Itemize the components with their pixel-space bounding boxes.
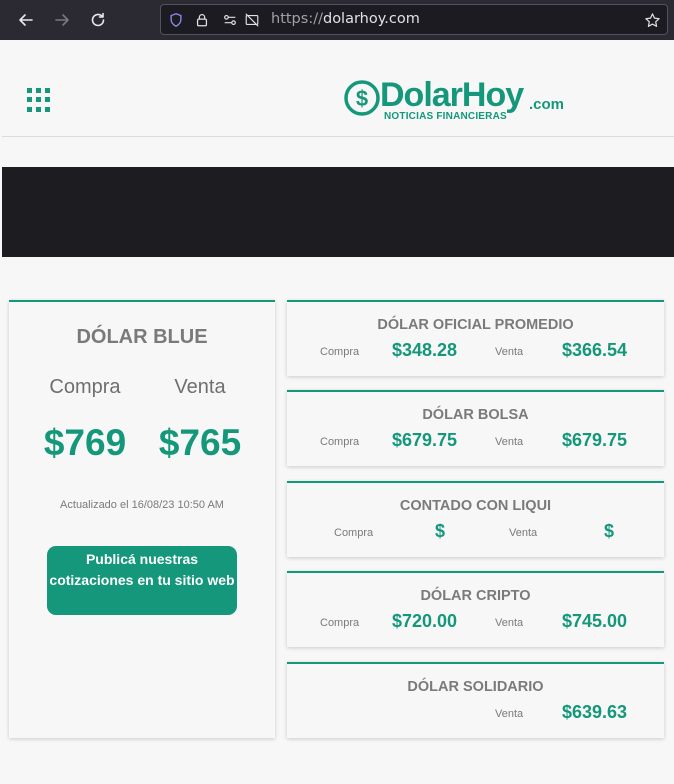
buy-label: Compra [49, 376, 121, 398]
buy-label: Compra [334, 527, 374, 539]
back-arrow-icon [19, 14, 33, 26]
dolar-blue-card: DÓLAR BLUE Compra Venta $769 $765 Actual… [9, 300, 275, 738]
sell-value: $ [604, 521, 615, 541]
svg-text:$: $ [356, 86, 368, 111]
sell-label: Venta [495, 708, 524, 720]
sell-label: Venta [495, 436, 524, 448]
sell-label: Venta [495, 617, 524, 629]
sell-value: $745.00 [562, 611, 628, 631]
sell-label: Venta [174, 376, 226, 398]
sell-label: Venta [509, 527, 538, 539]
page-content: $ DolarHoy .com NOTICIAS FINANCIERAS DÓL… [2, 40, 674, 784]
buy-value: $720.00 [392, 611, 458, 631]
quote-card-oficial[interactable]: DÓLAR OFICIAL PROMEDIO Compra $348.28 Ve… [287, 300, 664, 376]
lock-icon[interactable] [193, 11, 211, 29]
site-header: $ DolarHoy .com NOTICIAS FINANCIERAS [2, 40, 674, 137]
tracking-shield-icon[interactable] [167, 11, 185, 29]
card-title: CONTADO CON LIQUI [399, 498, 552, 514]
buy-value: $ [435, 521, 446, 541]
quote-card-bolsa[interactable]: DÓLAR BOLSA Compra $679.75 Venta $679.75 [287, 390, 664, 466]
url-text[interactable]: https://dolarhoy.com [271, 11, 420, 27]
reload-button[interactable] [86, 8, 110, 32]
reload-icon [91, 12, 105, 27]
buy-label: Compra [320, 346, 360, 358]
site-logo[interactable]: $ DolarHoy .com NOTICIAS FINANCIERAS [344, 76, 565, 126]
url-scheme: https:// [271, 11, 323, 27]
sell-value: $366.54 [562, 340, 628, 360]
buy-label: Compra [320, 617, 360, 629]
dollar-coin-icon: $ [344, 80, 380, 116]
card-title: DÓLAR CRIPTO [420, 588, 531, 604]
autoplay-blocked-icon[interactable] [243, 11, 261, 29]
card-title: DÓLAR SOLIDARIO [407, 679, 544, 695]
quote-card-cripto[interactable]: DÓLAR CRIPTO Compra $720.00 Venta $745.0… [287, 571, 664, 647]
sell-value: $765 [158, 422, 242, 463]
logo-brand: DolarHoy [380, 76, 524, 114]
menu-grid-icon[interactable] [27, 88, 51, 112]
bookmark-star-icon[interactable] [643, 11, 661, 29]
buy-value: $348.28 [392, 340, 458, 360]
url-host: dolarhoy.com [322, 11, 420, 27]
sell-label: Venta [495, 346, 524, 358]
buy-value: $679.75 [392, 430, 458, 450]
forward-arrow-icon [55, 14, 69, 26]
updated-timestamp: Actualizado el 16/08/23 10:50 AM [60, 499, 224, 511]
forward-button[interactable] [50, 8, 74, 32]
card-title: DÓLAR OFICIAL PROMEDIO [377, 317, 574, 333]
sell-value: $639.63 [562, 702, 628, 722]
logo-suffix: .com [529, 96, 565, 113]
ad-banner [2, 167, 674, 257]
address-bar[interactable]: https://dolarhoy.com [160, 4, 668, 35]
buy-label: Compra [320, 436, 360, 448]
sell-value: $679.75 [562, 430, 628, 450]
quote-card-solidario[interactable]: DÓLAR SOLIDARIO Venta $639.63 [287, 662, 664, 738]
card-title: DÓLAR BLUE [76, 326, 208, 348]
logo-tagline: NOTICIAS FINANCIERAS [384, 111, 507, 122]
quote-card-ccl[interactable]: CONTADO CON LIQUI Compra $ Venta $ [287, 481, 664, 557]
card-title: DÓLAR BOLSA [422, 407, 529, 423]
back-button[interactable] [14, 8, 38, 32]
buy-value: $769 [43, 422, 127, 463]
publish-quotes-button[interactable]: Publicá nuestras cotizaciones en tu siti… [47, 546, 237, 615]
permissions-icon[interactable] [221, 11, 239, 29]
browser-toolbar: https://dolarhoy.com [0, 0, 674, 40]
